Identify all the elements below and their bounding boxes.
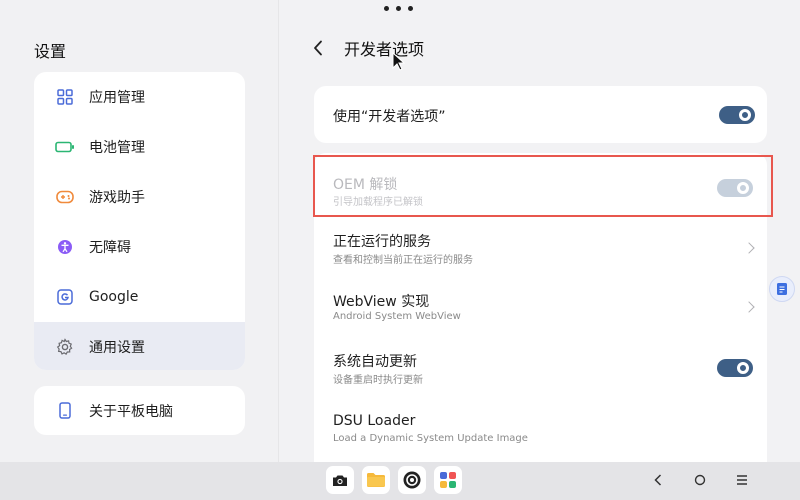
page-title: 开发者选项	[344, 40, 425, 59]
webview-row[interactable]: WebView 实现 Android System WebView	[314, 277, 767, 337]
tablet-icon	[55, 401, 75, 421]
sidebar-item-label: 电池管理	[89, 140, 145, 156]
webview-subtitle: Android System WebView	[333, 311, 461, 322]
sidebar-item-label: 通用设置	[89, 340, 145, 356]
running-services-subtitle: 查看和控制当前正在运行的服务	[333, 255, 473, 266]
oem-unlock-highlight	[313, 155, 773, 217]
window-handle-dots[interactable]	[384, 6, 413, 11]
chevron-right-icon	[743, 242, 755, 254]
sidebar-item-about-tablet[interactable]: 关于平板电脑	[34, 386, 245, 435]
home-nav-icon[interactable]	[692, 472, 708, 488]
use-developer-options-toggle[interactable]	[719, 106, 755, 124]
use-developer-options-row[interactable]: 使用“开发者选项”	[314, 86, 767, 143]
battery-icon	[55, 137, 75, 157]
mouse-cursor-icon	[392, 52, 406, 71]
gamepad-icon	[55, 187, 75, 207]
dsu-loader-subtitle: Load a Dynamic System Update Image	[333, 433, 528, 444]
sidebar-item-label: 应用管理	[89, 90, 145, 106]
google-icon	[55, 287, 75, 307]
sidebar-item-google[interactable]: Google	[34, 272, 245, 322]
auto-update-toggle[interactable]	[717, 359, 753, 377]
sidebar-item-label: Google	[89, 289, 139, 305]
sidebar-item-label: 关于平板电脑	[89, 403, 173, 420]
running-services-title: 正在运行的服务	[333, 234, 431, 250]
app-drawer-icon[interactable]	[434, 466, 462, 494]
sidebar-title: 设置	[34, 42, 67, 61]
auto-update-row[interactable]: 系统自动更新 设备重启时执行更新	[314, 337, 767, 397]
sidebar-item-game-assistant[interactable]: 游戏助手	[34, 172, 245, 222]
sidebar-about-card: 关于平板电脑	[34, 386, 245, 435]
auto-update-subtitle: 设备重启时执行更新	[333, 375, 423, 386]
sidebar-menu-card: 应用管理 电池管理 游戏助手 无障碍 Google 通用设置	[34, 72, 245, 370]
dsu-loader-title: DSU Loader	[333, 413, 416, 429]
dsu-loader-row[interactable]: DSU Loader Load a Dynamic System Update …	[314, 397, 767, 457]
back-arrow-icon[interactable]	[306, 36, 330, 60]
floating-document-icon[interactable]	[769, 276, 795, 302]
sidebar-item-label: 无障碍	[89, 240, 131, 256]
folder-icon[interactable]	[362, 466, 390, 494]
menu-nav-icon[interactable]	[734, 472, 750, 488]
accessibility-icon	[55, 237, 75, 257]
sidebar-item-general-settings[interactable]: 通用设置	[34, 322, 245, 370]
running-services-row[interactable]: 正在运行的服务 查看和控制当前正在运行的服务	[314, 217, 767, 277]
camera-icon[interactable]	[326, 466, 354, 494]
back-nav-icon[interactable]	[650, 472, 666, 488]
sidebar-item-accessibility[interactable]: 无障碍	[34, 222, 245, 272]
app-dock	[326, 466, 462, 494]
sidebar-item-label: 游戏助手	[89, 190, 145, 206]
pane-divider	[278, 0, 279, 462]
sidebar-item-battery[interactable]: 电池管理	[34, 122, 245, 172]
chevron-right-icon	[743, 301, 755, 313]
settings-sidebar: 设置 应用管理 电池管理 游戏助手 无障碍 Google 通用设置 关于平板电脑	[0, 0, 278, 462]
sidebar-item-app-management[interactable]: 应用管理	[34, 72, 245, 122]
navigation-bar	[650, 472, 750, 488]
use-developer-options-card: 使用“开发者选项”	[314, 86, 767, 143]
webview-title: WebView 实现	[333, 294, 430, 310]
auto-update-title: 系统自动更新	[333, 354, 417, 370]
use-developer-options-title: 使用“开发者选项”	[333, 109, 446, 125]
gear-icon	[55, 337, 75, 357]
page-header: 开发者选项	[306, 36, 424, 60]
taskbar	[0, 462, 800, 500]
apps-grid-icon	[55, 87, 75, 107]
settings-app-icon[interactable]	[398, 466, 426, 494]
